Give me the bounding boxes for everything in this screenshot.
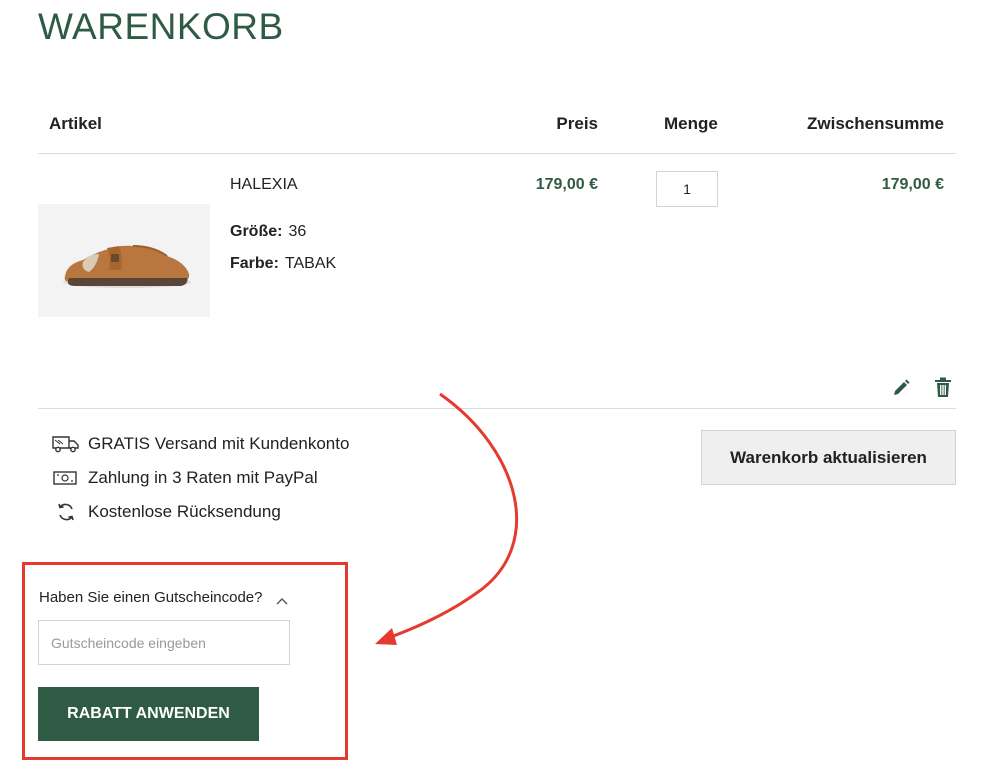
column-header-subtotal: Zwischensumme <box>807 114 944 133</box>
coupon-code-input[interactable] <box>38 620 290 665</box>
clog-shoe-image <box>63 244 191 288</box>
size-label: Größe: <box>230 223 283 240</box>
update-cart-button[interactable]: Warenkorb aktualisieren <box>701 430 956 485</box>
truck-icon <box>52 434 80 454</box>
trash-icon[interactable] <box>934 377 952 398</box>
quantity-input[interactable] <box>656 171 718 207</box>
refresh-icon <box>52 502 80 522</box>
column-header-item: Artikel <box>49 114 102 133</box>
header-divider <box>38 153 956 154</box>
size-value: 36 <box>288 223 307 240</box>
item-price: 179,00 € <box>535 176 598 193</box>
color-label: Farbe: <box>230 255 279 272</box>
page-title: WARENKORB <box>38 6 284 47</box>
product-name[interactable]: HALEXIA <box>230 176 298 194</box>
pencil-icon[interactable] <box>891 378 911 398</box>
benefit-shipping: GRATIS Versand mit Kundenkonto <box>52 434 349 454</box>
benefit-return-text: Kostenlose Rücksendung <box>88 502 281 521</box>
coupon-question: Haben Sie einen Gutscheincode? <box>39 589 263 606</box>
product-size: Größe: 36 <box>230 223 306 241</box>
product-image[interactable] <box>38 204 210 317</box>
item-divider <box>38 408 956 409</box>
item-subtotal: 179,00 € <box>881 176 944 193</box>
benefit-payment-text: Zahlung in 3 Raten mit PayPal <box>88 468 318 487</box>
apply-discount-button[interactable]: RABATT ANWENDEN <box>38 687 259 741</box>
product-color: Farbe: TABAK <box>230 255 336 273</box>
column-header-quantity: Menge <box>664 114 718 133</box>
benefit-payment: Zahlung in 3 Raten mit PayPal <box>52 468 318 488</box>
benefit-return: Kostenlose Rücksendung <box>52 502 281 522</box>
banknote-icon <box>52 468 80 488</box>
color-value: TABAK <box>284 255 337 272</box>
chevron-up-icon <box>275 593 289 604</box>
coupon-toggle[interactable]: Haben Sie einen Gutscheincode? <box>39 589 289 606</box>
column-header-price: Preis <box>556 114 598 133</box>
benefit-shipping-text: GRATIS Versand mit Kundenkonto <box>88 434 350 453</box>
